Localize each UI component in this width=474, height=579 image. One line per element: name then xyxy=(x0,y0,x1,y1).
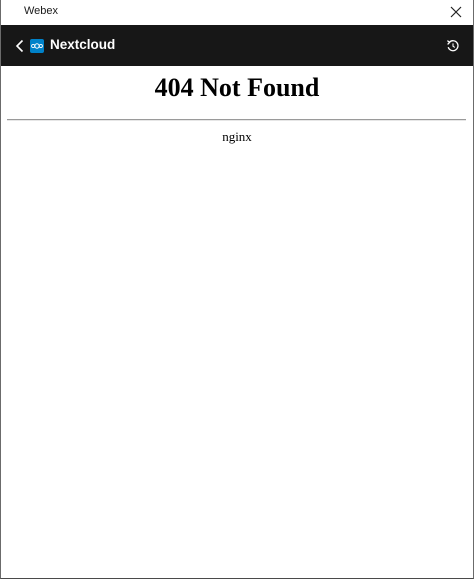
nextcloud-logo-icon xyxy=(30,39,44,53)
close-icon[interactable] xyxy=(447,3,465,21)
window-titlebar: Webex xyxy=(1,0,473,24)
app-name: Nextcloud xyxy=(50,37,116,52)
webex-window: Webex Nextcloud 404 Not Found nginx xyxy=(0,0,474,579)
webview-content: 404 Not Found nginx xyxy=(1,66,473,578)
server-name: nginx xyxy=(222,129,252,144)
app-header: Nextcloud xyxy=(1,25,473,66)
refresh-icon[interactable] xyxy=(445,38,461,54)
error-heading: 404 Not Found xyxy=(154,73,320,102)
chevron-left-icon[interactable] xyxy=(11,36,27,56)
divider xyxy=(7,119,466,121)
window-title: Webex xyxy=(24,5,59,17)
